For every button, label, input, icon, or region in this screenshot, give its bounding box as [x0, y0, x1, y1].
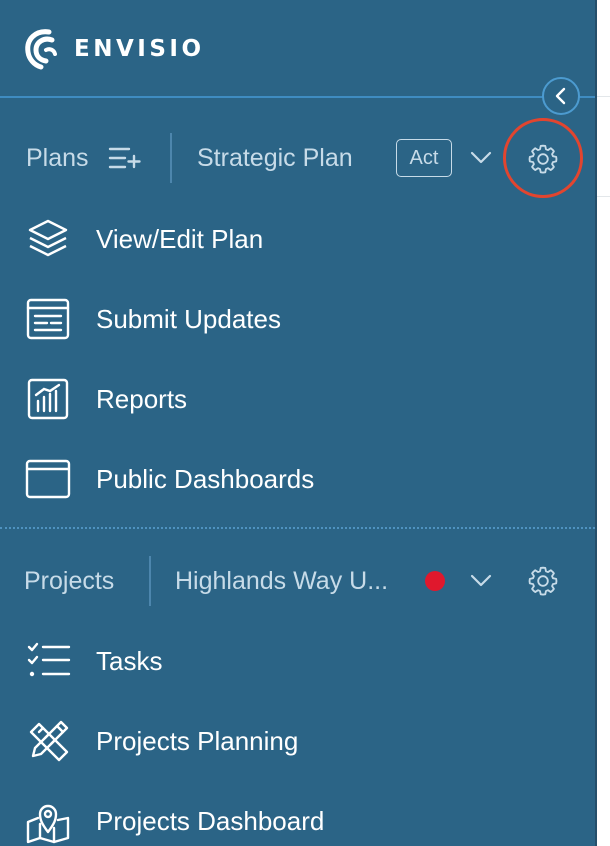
- nav-label: View/Edit Plan: [96, 224, 264, 254]
- nav-label: Public Dashboards: [96, 464, 315, 494]
- pencil-ruler-icon: [24, 717, 72, 765]
- nav-label: Reports: [96, 384, 188, 414]
- projects-context-row: Projects Highlands Way U...: [0, 553, 595, 609]
- plans-context-row: Plans Strategic Plan Act: [0, 130, 595, 186]
- nav-item-reports[interactable]: Reports: [0, 368, 595, 430]
- nav-label: Projects Dashboard: [96, 806, 325, 836]
- content-divider: [597, 196, 610, 197]
- bar-chart-icon: [24, 375, 72, 423]
- plans-divider: [170, 133, 172, 183]
- nav-label: Projects Planning: [96, 726, 299, 756]
- nav-item-tasks[interactable]: Tasks: [0, 630, 595, 692]
- projects-label: Projects: [24, 567, 115, 595]
- checklist-icon: [24, 637, 72, 685]
- project-status-dot: [425, 571, 445, 591]
- brand-name: ENVISIO: [74, 36, 205, 62]
- chevron-down-icon[interactable]: [468, 569, 494, 593]
- layers-icon: [24, 215, 72, 263]
- sidebar: ENVISIO Plans Strategic Plan Act View/Ed…: [0, 0, 597, 846]
- plan-status-badge: Act: [396, 139, 452, 177]
- collapse-sidebar-button[interactable]: [542, 77, 580, 115]
- project-selector[interactable]: Highlands Way U...: [175, 553, 388, 609]
- nav-item-projects-planning[interactable]: Projects Planning: [0, 710, 595, 772]
- nav-item-submit-updates[interactable]: Submit Updates: [0, 288, 595, 350]
- nav-item-projects-dashboard[interactable]: Projects Dashboard: [0, 790, 595, 846]
- nav-item-view-edit-plan[interactable]: View/Edit Plan: [0, 208, 595, 270]
- plan-settings-gear-icon[interactable]: [524, 140, 562, 178]
- section-divider: [0, 527, 595, 529]
- project-settings-gear-icon[interactable]: [524, 562, 562, 600]
- list-add-icon[interactable]: [106, 144, 142, 172]
- header-divider: [0, 96, 595, 98]
- plans-label: Plans: [26, 144, 89, 172]
- envisio-logo-icon: [25, 29, 57, 70]
- nav-label: Tasks: [96, 646, 163, 676]
- chevron-down-icon[interactable]: [468, 146, 494, 170]
- envisio-logo[interactable]: ENVISIO: [22, 26, 205, 72]
- browser-window-icon: [24, 455, 72, 503]
- content-divider: [597, 96, 610, 97]
- nav-label: Submit Updates: [96, 304, 281, 334]
- projects-divider: [149, 556, 151, 606]
- plan-selector[interactable]: Strategic Plan: [197, 130, 353, 186]
- chevron-left-icon: [555, 87, 566, 105]
- main-content-edge: [597, 0, 610, 846]
- nav-item-public-dashboards[interactable]: Public Dashboards: [0, 448, 595, 510]
- form-icon: [24, 295, 72, 343]
- map-pin-icon: [24, 797, 72, 845]
